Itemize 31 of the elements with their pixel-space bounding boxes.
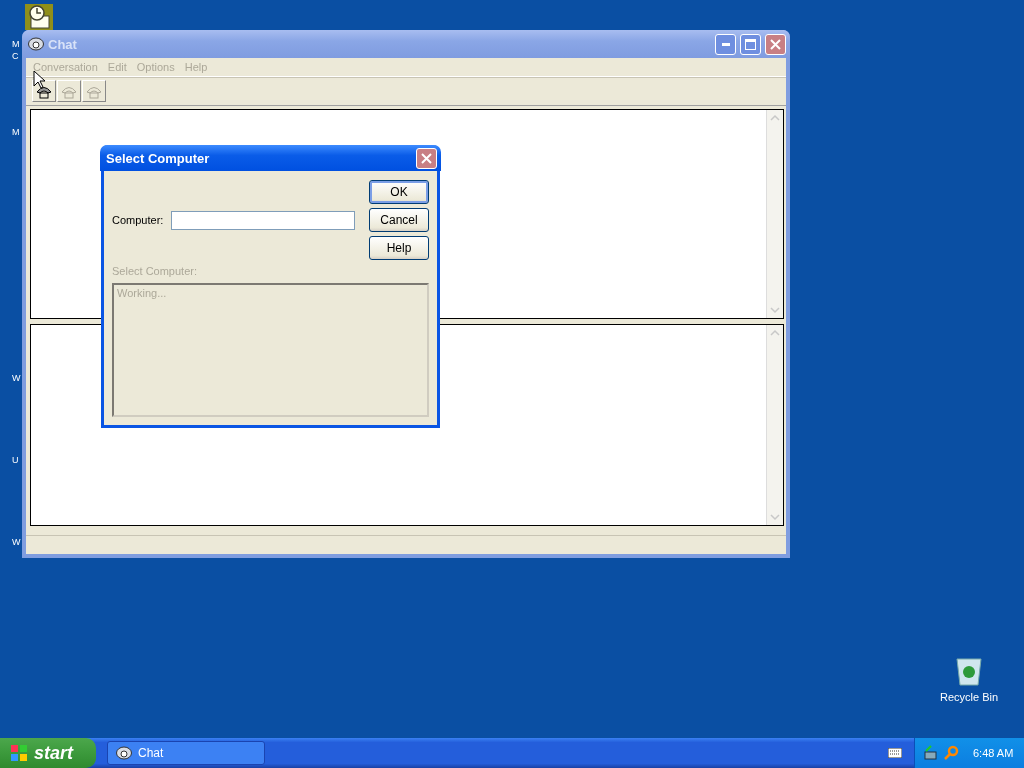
close-button[interactable]	[416, 147, 437, 169]
icon-label: U	[12, 455, 19, 466]
minimize-icon	[721, 42, 730, 46]
close-icon	[421, 152, 432, 164]
network-icon[interactable]	[923, 745, 939, 761]
clock: 6:48 AM	[973, 747, 1014, 759]
icon-label: M	[12, 39, 20, 50]
close-button[interactable]	[765, 33, 786, 55]
icon-label: M	[12, 127, 20, 138]
keyboard-icon[interactable]	[888, 748, 902, 758]
taskbar-button[interactable]: Chat	[107, 741, 265, 765]
dialog-button[interactable]: Help	[369, 236, 429, 260]
dialog-title: Select Computer	[106, 150, 211, 166]
close-icon	[770, 38, 781, 50]
field-label: Computer:	[112, 214, 164, 226]
search-icon[interactable]	[943, 745, 959, 761]
minimize-button[interactable]	[715, 33, 736, 55]
start-button[interactable]: start	[0, 738, 96, 768]
icon-label: W	[12, 373, 21, 384]
computer-field[interactable]	[171, 210, 356, 230]
maximize-icon	[745, 38, 756, 50]
icon-label: W	[12, 537, 21, 548]
icon-label: C	[12, 51, 19, 62]
list-label: Select Computer:	[112, 265, 198, 277]
maximize-button[interactable]	[740, 33, 761, 55]
dialog-button[interactable]: OK	[369, 180, 429, 204]
dialog-button[interactable]: Cancel	[369, 208, 429, 232]
windows-flag-icon	[10, 744, 28, 762]
window-title: Chat	[48, 36, 78, 52]
icon-label: Recycle Bin	[940, 691, 999, 703]
recycle-bin-icon[interactable]	[954, 655, 985, 687]
